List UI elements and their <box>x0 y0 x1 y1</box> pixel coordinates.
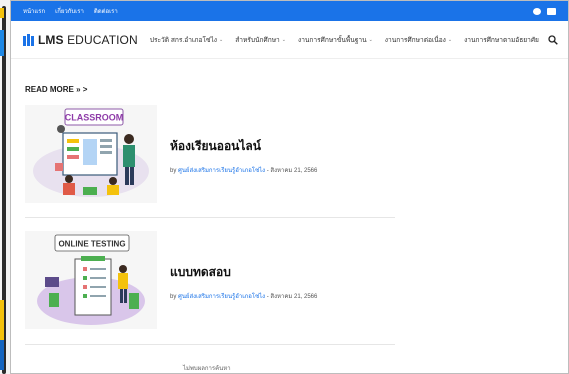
post-thumbnail[interactable]: ONLINE TESTING <box>25 231 157 329</box>
site-logo[interactable]: LMS EDUCATION <box>23 33 138 47</box>
youtube-icon[interactable] <box>547 7 556 15</box>
online-testing-illustration: ONLINE TESTING <box>25 231 157 329</box>
window-edge <box>0 0 10 374</box>
post-meta: by ศูนย์ส่งเสริมการเรียนรู้อำเภอโซ่ไง - … <box>170 168 318 174</box>
browser-page: หน้าแรก เกี่ยวกับเรา ติดต่อเรา LMS EDUCA… <box>10 0 569 374</box>
post-thumbnail[interactable]: CLASSROOM <box>25 105 157 203</box>
post-title[interactable]: แบบทดสอบ <box>170 263 231 282</box>
post-title[interactable]: ห้องเรียนออนไลน์ <box>170 137 261 156</box>
edge-accent <box>0 300 4 340</box>
thumb-label: ONLINE TESTING <box>58 240 125 249</box>
top-link-home[interactable]: หน้าแรก <box>23 6 45 16</box>
classroom-illustration: CLASSROOM <box>25 105 157 203</box>
facebook-icon[interactable] <box>533 7 541 15</box>
logo-text: LMS EDUCATION <box>38 32 138 47</box>
social-icons <box>533 7 556 15</box>
divider <box>25 217 395 218</box>
chevron-down-icon: ⌄ <box>281 36 286 43</box>
nav-item-students[interactable]: สำหรับนักศึกษา ⌄ <box>235 34 286 45</box>
post-meta: by ศูนย์ส่งเสริมการเรียนรู้อำเภอโซ่ไง - … <box>170 294 318 300</box>
edge-accent <box>0 340 4 370</box>
nav-item-informal-education[interactable]: งานการศึกษาตามอัธยาศัย <box>464 34 539 45</box>
post-author-link[interactable]: ศูนย์ส่งเสริมการเรียนรู้อำเภอโซ่ไง <box>178 168 265 174</box>
divider <box>25 344 395 345</box>
main-nav: LMS EDUCATION ประวัติ สกร.อำเภอโซ่ไง ⌄ สำ… <box>11 21 568 59</box>
edge-accent <box>0 8 4 18</box>
nav-item-continuing-education[interactable]: งานการศึกษาต่อเนื่อง ⌄ <box>385 34 452 45</box>
top-link-contact[interactable]: ติดต่อเรา <box>94 6 118 16</box>
edge-accent <box>0 30 4 56</box>
top-link-about[interactable]: เกี่ยวกับเรา <box>55 6 84 16</box>
post-author-link[interactable]: ศูนย์ส่งเสริมการเรียนรู้อำเภอโซ่ไง <box>178 294 265 300</box>
search-icon[interactable] <box>548 35 558 45</box>
top-bar: หน้าแรก เกี่ยวกับเรา ติดต่อเรา <box>11 1 568 21</box>
nav-item-history[interactable]: ประวัติ สกร.อำเภอโซ่ไง ⌄ <box>150 34 223 45</box>
read-more-heading[interactable]: READ MORE » > <box>25 85 87 94</box>
nav-menu: ประวัติ สกร.อำเภอโซ่ไง ⌄ สำหรับนักศึกษา ⌄ … <box>150 34 539 45</box>
thumb-label: CLASSROOM <box>65 113 124 123</box>
no-results-text: ไม่พบผลการค้นหา <box>183 366 231 372</box>
chevron-down-icon: ⌄ <box>368 36 373 43</box>
chevron-down-icon: ⌄ <box>447 36 453 43</box>
logo-icon <box>23 33 34 46</box>
nav-item-basic-education[interactable]: งานการศึกษาขั้นพื้นฐาน ⌄ <box>298 34 373 45</box>
chevron-down-icon: ⌄ <box>219 36 224 43</box>
